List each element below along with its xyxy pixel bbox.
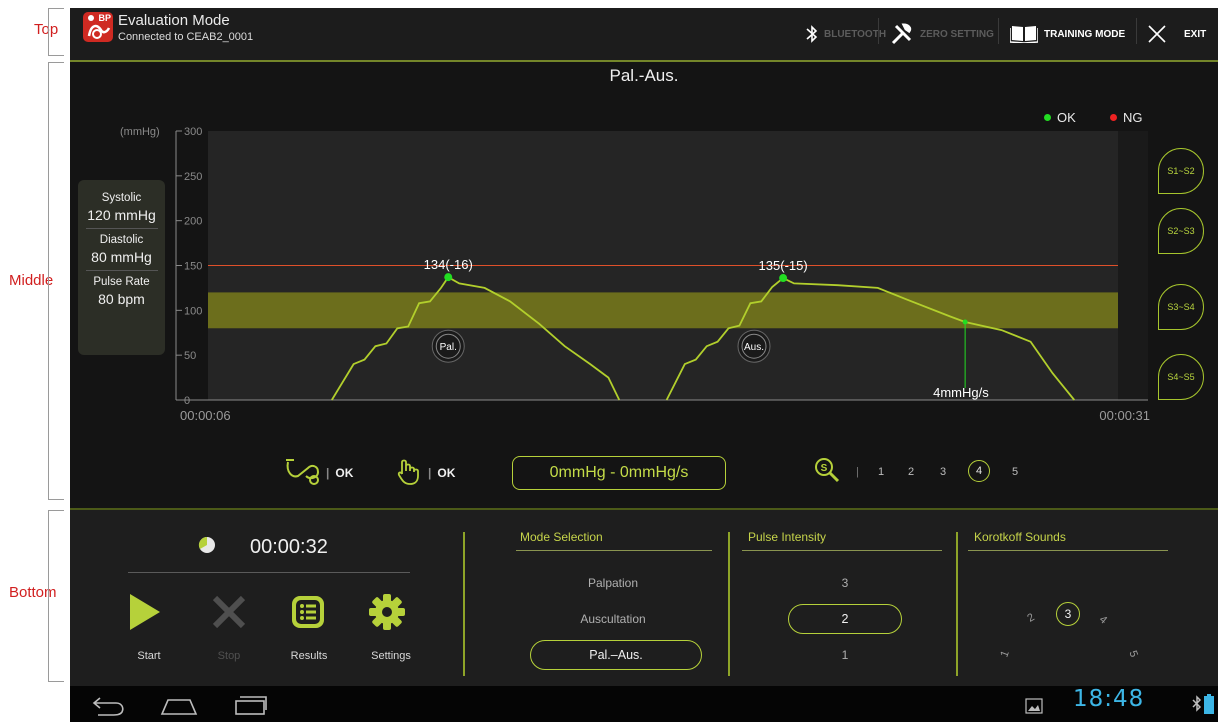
y-axis-label: (mmHg) bbox=[120, 126, 160, 138]
segment-button-s4-s5[interactable]: S4~S5 bbox=[1158, 354, 1204, 400]
peak-label-1: 134(-16) bbox=[424, 257, 473, 272]
system-nav-bar: 18:48 bbox=[70, 686, 1218, 722]
start-label: Start bbox=[137, 650, 161, 662]
bracket-bottom bbox=[48, 510, 64, 682]
segment-button-s1-s2[interactable]: S1~S2 bbox=[1158, 148, 1204, 194]
zoom-option-4-selected[interactable]: 4 bbox=[968, 460, 990, 482]
segment-button-s2-s3[interactable]: S2~S3 bbox=[1158, 208, 1204, 254]
mode-circle-label-1: Pal. bbox=[440, 342, 457, 353]
y-tick-label: 100 bbox=[184, 305, 202, 317]
hand-palpation-icon bbox=[397, 459, 419, 485]
settings-button[interactable]: Settings bbox=[360, 590, 430, 670]
back-icon[interactable] bbox=[92, 694, 126, 716]
timer-underline bbox=[128, 572, 410, 573]
results-button[interactable]: Results bbox=[280, 590, 350, 670]
settings-label: Settings bbox=[371, 650, 411, 662]
korotkoff-title: Korotkoff Sounds bbox=[974, 530, 1066, 544]
y-tick-label: 50 bbox=[184, 350, 196, 362]
pulse-intensity-underline bbox=[742, 550, 942, 551]
divider bbox=[463, 532, 465, 676]
divider bbox=[956, 532, 958, 676]
mode-option-auscultation[interactable]: Auscultation bbox=[530, 612, 696, 626]
bluetooth-status-icon bbox=[1192, 695, 1202, 712]
peak-label-2: 135(-15) bbox=[759, 258, 808, 273]
zoom-option-5[interactable]: 5 bbox=[1012, 466, 1018, 478]
mode-circle-label-2: Aus. bbox=[744, 342, 764, 353]
mode-option-pal-aus-selected[interactable]: Pal.–Aus. bbox=[530, 640, 702, 670]
mode-selection-underline bbox=[516, 550, 712, 551]
pulse-intensity-3[interactable]: 3 bbox=[788, 576, 902, 590]
x-end-label: 00:00:31 bbox=[1099, 408, 1150, 423]
zoom-search-icon[interactable]: S bbox=[814, 457, 840, 483]
target-band bbox=[208, 292, 1118, 329]
korotkoff-dial-5[interactable]: 5 bbox=[1126, 649, 1139, 659]
y-tick-label: 300 bbox=[184, 126, 202, 138]
recent-apps-icon[interactable] bbox=[234, 694, 268, 716]
stop-button[interactable]: Stop bbox=[204, 590, 274, 670]
pressure-chart: 0 50 100 150 200 250 300 (mmHg) 00:00:06 00:00:31… bbox=[120, 126, 1150, 423]
pulse-intensity-1[interactable]: 1 bbox=[788, 648, 902, 662]
zoom-divider: | bbox=[856, 466, 859, 478]
home-icon[interactable] bbox=[160, 694, 198, 716]
battery-icon bbox=[1204, 694, 1214, 714]
peak-marker-2 bbox=[779, 274, 788, 283]
pressure-readout: 0mmHg - 0mmHg/s bbox=[512, 456, 726, 490]
svg-text:S: S bbox=[821, 463, 828, 474]
system-clock: 18:48 bbox=[1073, 686, 1145, 712]
y-tick-label: 150 bbox=[184, 261, 202, 273]
peak-marker-1 bbox=[444, 273, 453, 282]
pulse-intensity-2-selected[interactable]: 2 bbox=[788, 604, 902, 634]
palpation-status: | OK bbox=[428, 466, 456, 480]
image-notification-icon bbox=[1025, 698, 1043, 714]
stop-x-icon bbox=[212, 595, 246, 629]
divider bbox=[728, 532, 730, 676]
y-tick-label: 200 bbox=[184, 216, 202, 228]
cuff-status: | OK bbox=[326, 466, 354, 480]
start-button[interactable]: Start bbox=[120, 590, 190, 670]
bottom-panel: 00:00:32 Start Stop Results Settings Mod… bbox=[70, 510, 1218, 686]
bracket-middle bbox=[48, 62, 64, 500]
stop-label: Stop bbox=[217, 650, 241, 662]
korotkoff-dial-1[interactable]: 1 bbox=[998, 649, 1011, 659]
korotkoff-dial-2[interactable]: 2 bbox=[1025, 611, 1036, 624]
bracket-top bbox=[48, 8, 64, 56]
zoom-option-3[interactable]: 3 bbox=[940, 466, 946, 478]
korotkoff-dial-3-selected[interactable]: 3 bbox=[1056, 602, 1080, 626]
korotkoff-underline bbox=[968, 550, 1168, 551]
cuff-stethoscope-icon bbox=[286, 459, 320, 485]
rate-marker-label: 4mmHg/s bbox=[933, 385, 989, 400]
mode-option-palpation[interactable]: Palpation bbox=[530, 576, 696, 590]
play-icon bbox=[130, 594, 160, 630]
elapsed-timer: 00:00:32 bbox=[250, 536, 328, 558]
x-start-label: 00:00:06 bbox=[180, 408, 231, 423]
annotation-middle: Middle bbox=[9, 272, 54, 289]
zoom-option-2[interactable]: 2 bbox=[908, 466, 914, 478]
timer-clock-icon bbox=[198, 536, 215, 553]
mode-selection-title: Mode Selection bbox=[520, 530, 603, 544]
y-tick-label: 0 bbox=[184, 395, 190, 407]
pulse-intensity-title: Pulse Intensity bbox=[748, 530, 827, 544]
results-list-icon bbox=[292, 596, 324, 628]
results-label: Results bbox=[290, 650, 328, 662]
plot-right-gutter bbox=[1118, 131, 1148, 400]
segment-button-s3-s4[interactable]: S3~S4 bbox=[1158, 284, 1204, 330]
y-tick-label: 250 bbox=[184, 171, 202, 183]
gear-icon bbox=[369, 594, 405, 630]
zoom-option-1[interactable]: 1 bbox=[878, 466, 884, 478]
app-window: BP Evaluation Mode Connected to CEAB2_00… bbox=[70, 8, 1218, 722]
rate-marker-point bbox=[962, 319, 968, 325]
korotkoff-dial-4[interactable]: 4 bbox=[1097, 613, 1109, 626]
